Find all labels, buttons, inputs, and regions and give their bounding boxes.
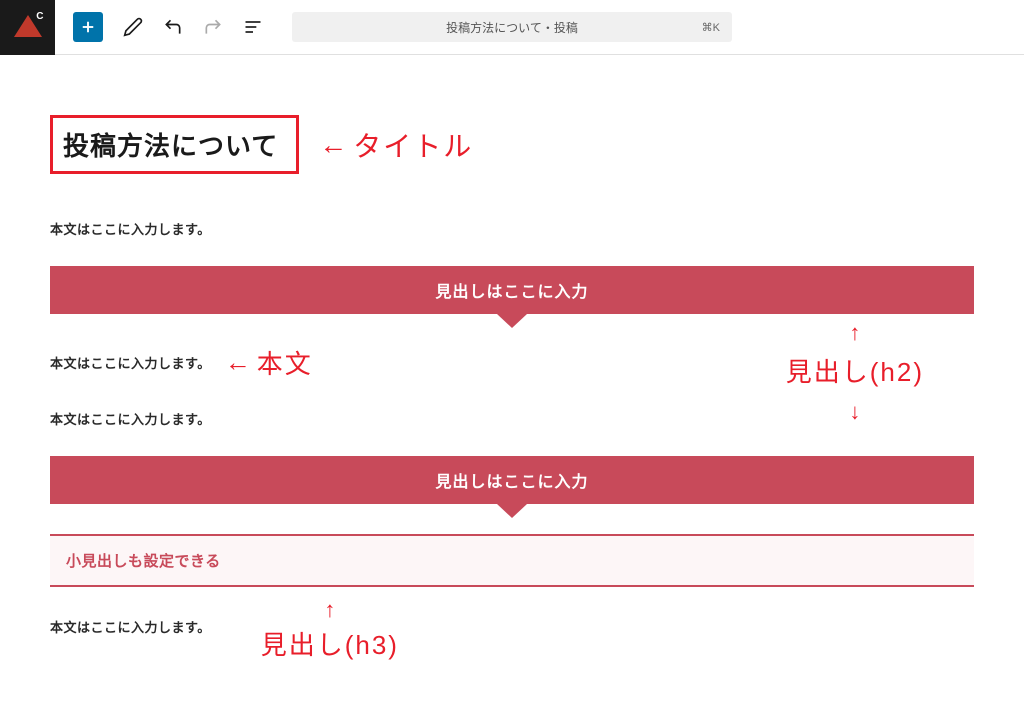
redo-icon[interactable] (203, 17, 223, 37)
arrow-up-icon: ↑ (849, 320, 860, 346)
editor-toolbar: C 投稿方法について・投稿 ⌘K (0, 0, 1024, 55)
annotation-title-label: タイトル (353, 125, 473, 165)
site-logo[interactable]: C (0, 0, 55, 55)
heading-h2-block[interactable]: 見出しはここに入力 (50, 456, 974, 504)
paragraph-block[interactable]: 本文はここに入力します。 (50, 617, 211, 636)
undo-icon[interactable] (163, 17, 183, 37)
arrow-left-icon: ← (319, 129, 349, 161)
post-title-box[interactable]: 投稿方法について (50, 115, 299, 174)
heading-h3-block[interactable]: 小見出しも設定できる (50, 534, 974, 587)
shortcut-hint: ⌘K (702, 21, 720, 34)
paragraph-block[interactable]: 本文はここに入力します。 (50, 219, 974, 238)
post-title: 投稿方法について (63, 126, 278, 163)
heading-h2-block[interactable]: 見出しはここに入力 (50, 266, 974, 314)
paragraph-block[interactable]: 本文はここに入力します。 (50, 353, 211, 372)
annotation-h2-label: 見出し(h2) (786, 352, 924, 389)
document-title-text: 投稿方法について・投稿 (446, 19, 578, 36)
document-outline-icon[interactable] (243, 17, 263, 37)
annotation-body-label: 本文 (257, 344, 313, 381)
arrow-down-icon: ↓ (849, 399, 860, 425)
annotation-h3: ↑ 見出し(h3) (261, 597, 399, 662)
add-block-button[interactable] (73, 12, 103, 42)
arrow-left-icon: ← (225, 347, 253, 378)
annotation-body: ← 本文 (225, 344, 313, 381)
document-title-bar[interactable]: 投稿方法について・投稿 ⌘K (292, 12, 732, 42)
annotation-h2: ↑ 見出し(h2) ↓ (786, 320, 924, 425)
editor-canvas: 投稿方法について ← タイトル 本文はここに入力します。 見出しはここに入力 本… (0, 55, 1024, 682)
annotation-title: ← タイトル (319, 125, 473, 165)
edit-icon[interactable] (123, 17, 143, 37)
annotation-h3-label: 見出し(h3) (261, 625, 399, 662)
arrow-up-icon: ↑ (324, 597, 335, 623)
